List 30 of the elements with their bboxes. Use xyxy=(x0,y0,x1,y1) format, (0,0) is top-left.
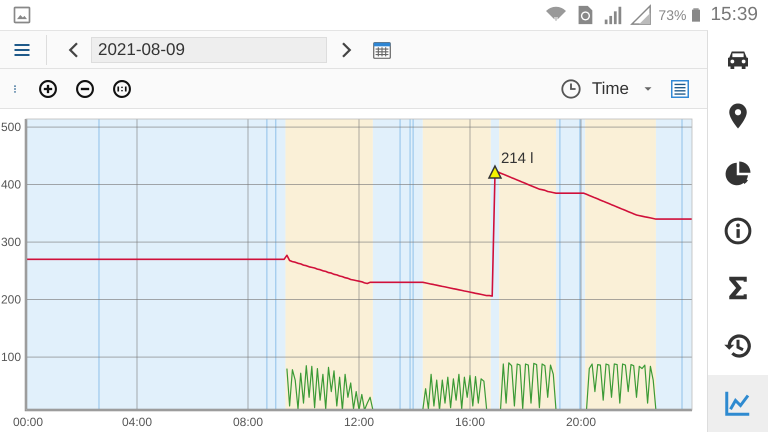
marker-label: 214 l xyxy=(500,150,534,168)
axis-label: 04:00 xyxy=(122,415,152,429)
battery-percent: 73% xyxy=(658,7,686,23)
axis-label: 20:00 xyxy=(566,415,596,429)
zoom-out-icon xyxy=(75,78,95,98)
zoom-in-icon xyxy=(38,78,58,98)
signal-icon xyxy=(630,4,652,26)
one-to-one-icon xyxy=(112,78,132,98)
axis-label: 08:00 xyxy=(232,415,264,429)
list-icon xyxy=(669,78,691,100)
axis-label: 00:00 xyxy=(12,415,44,429)
zoom-reset-button[interactable] xyxy=(112,78,132,98)
axis-label: 12:00 xyxy=(344,415,374,429)
axis-label: 400 xyxy=(0,178,21,192)
zoom-out-button[interactable] xyxy=(75,78,95,98)
axis-mode-dropdown[interactable]: Time xyxy=(560,78,655,100)
axis-label: 500 xyxy=(0,120,21,134)
info-icon xyxy=(723,216,753,246)
warning-marker[interactable] xyxy=(488,164,502,179)
axis-label: 300 xyxy=(0,235,21,250)
list-view-button[interactable] xyxy=(669,78,691,100)
axis-label: 16:00 xyxy=(454,415,486,429)
clock-time: 15:39 xyxy=(710,4,758,26)
zoom-in-button[interactable] xyxy=(38,78,58,98)
date-field[interactable]: 2021-08-09 xyxy=(91,36,327,62)
signal-icon xyxy=(602,4,624,26)
gallery-icon xyxy=(12,5,32,25)
clock-icon xyxy=(560,78,582,100)
axis-label: 100 xyxy=(0,350,21,364)
axis-label: 200 xyxy=(0,292,21,307)
